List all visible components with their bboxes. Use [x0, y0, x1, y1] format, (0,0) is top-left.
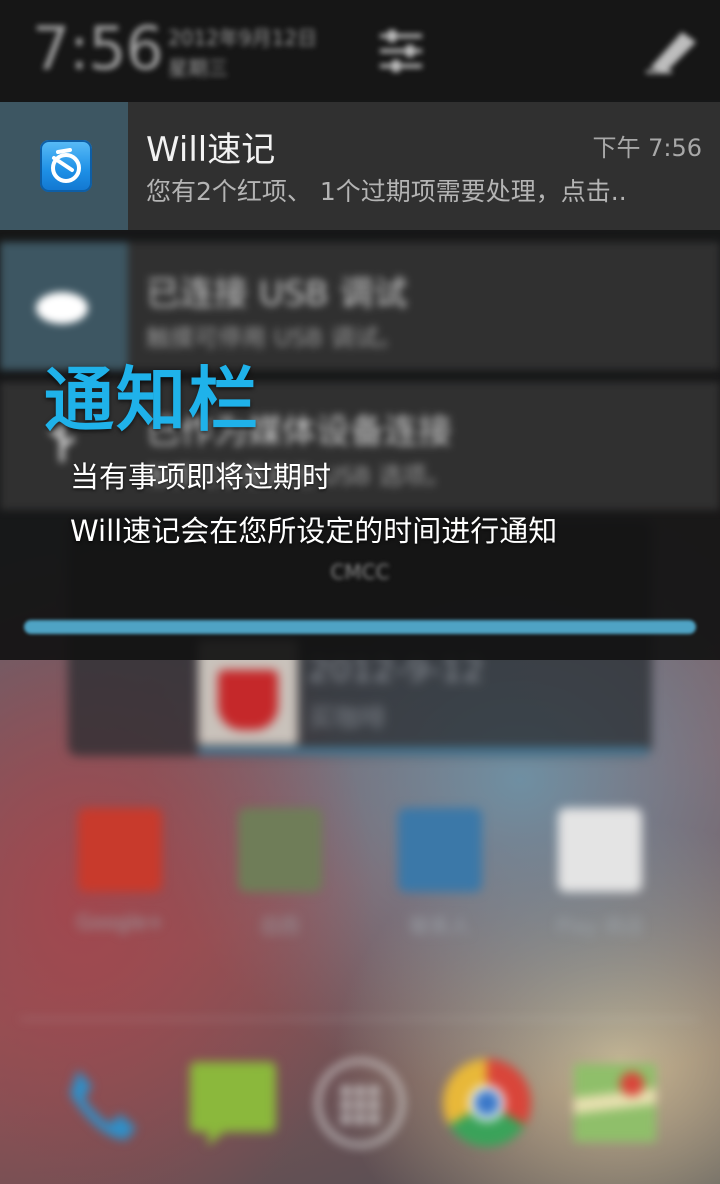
play-store-icon — [558, 808, 642, 892]
status-time: 7:56 — [32, 14, 164, 84]
status-date: 2012年9月12日 — [168, 26, 318, 50]
notification-icon-cell — [0, 102, 128, 230]
status-weekday: 星期三 — [168, 56, 228, 80]
messaging-icon[interactable] — [188, 1058, 278, 1148]
notification-title: Will速记 — [146, 130, 276, 170]
caption-title: 通知栏 — [44, 359, 260, 441]
coffee-cup-image — [218, 670, 278, 730]
phone-icon[interactable] — [58, 1058, 148, 1148]
app-google-plus[interactable]: Google+ — [70, 808, 170, 934]
maps-icon[interactable] — [570, 1058, 660, 1148]
notification-title: 已连接 USB 调试 — [146, 274, 408, 314]
dock-divider — [20, 1018, 700, 1020]
will-app-icon — [40, 140, 92, 192]
widget-bar — [198, 748, 648, 754]
shade-drag-handle[interactable] — [24, 620, 696, 634]
app-contacts[interactable]: 联系人 — [390, 808, 490, 939]
app-label: Play 商店 — [555, 914, 645, 938]
all-apps-icon[interactable] — [315, 1058, 405, 1148]
notification-will-reminder[interactable]: Will速记 下午 7:56 您有2个红项、 1个过期项需要处理，点击.. — [0, 102, 720, 230]
quick-settings-icon[interactable] — [372, 22, 430, 80]
notification-time: 下午 7:56 — [592, 134, 702, 162]
caption-line-1: 当有事项即将过期时 — [70, 460, 332, 494]
app-label: 联系人 — [410, 914, 470, 938]
calendar-icon — [238, 808, 322, 892]
app-label: 日历 — [260, 914, 300, 938]
google-plus-icon — [78, 808, 162, 892]
app-play-store[interactable]: Play 商店 — [550, 808, 650, 939]
chrome-icon[interactable] — [442, 1058, 532, 1148]
caption-line-2: Will速记会在您所设定的时间进行通知 — [70, 514, 558, 548]
carrier-label: CMCC — [330, 560, 390, 584]
status-bar: 7:56 2012年9月12日 星期三 — [0, 0, 720, 100]
app-calendar[interactable]: 日历 — [230, 808, 330, 939]
clear-all-icon[interactable] — [642, 26, 700, 76]
notification-text: 您有2个红项、 1个过期项需要处理，点击.. — [146, 177, 627, 206]
contacts-icon — [398, 808, 482, 892]
app-label: Google+ — [76, 910, 164, 934]
widget-subtitle: 买咖啡 — [308, 704, 387, 734]
